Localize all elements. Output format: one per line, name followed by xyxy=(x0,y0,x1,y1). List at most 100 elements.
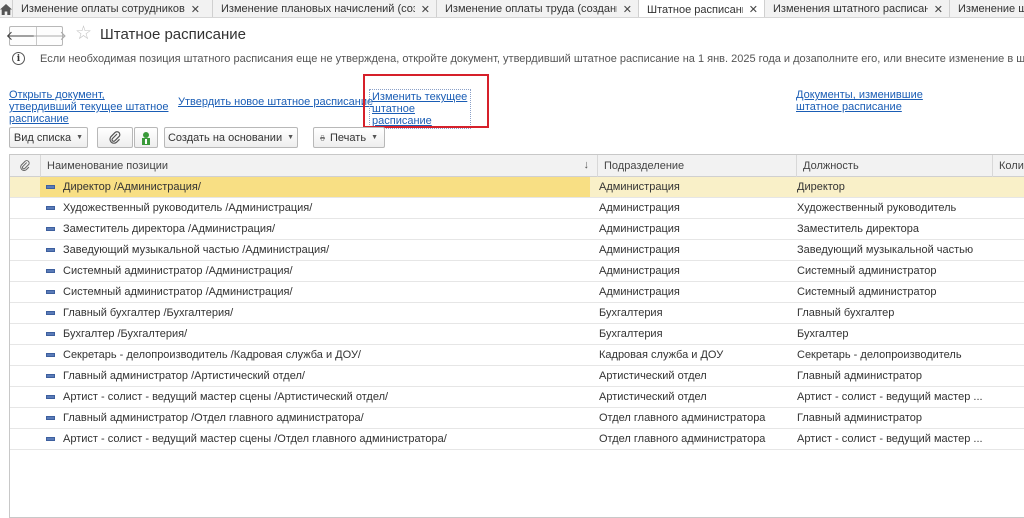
attach-button[interactable] xyxy=(97,127,133,148)
column-header-department-label: Подразделение xyxy=(604,160,685,172)
cell-position-name-text: Системный администратор /Администрация/ xyxy=(63,286,293,298)
column-header-department[interactable]: Подразделение xyxy=(597,155,796,177)
cell-position-name-text: Секретарь - делопроизводитель /Кадровая … xyxy=(63,349,361,361)
tab-3[interactable]: Изменение оплаты труда (создание) ✕ xyxy=(437,0,639,17)
view-list-button[interactable]: Вид списка ▼ xyxy=(9,127,88,148)
tab-2[interactable]: Изменение плановых начислений (соз... ✕ xyxy=(213,0,437,17)
catalog-item-icon xyxy=(46,437,55,441)
info-icon: i xyxy=(12,52,25,65)
close-icon[interactable]: ✕ xyxy=(191,3,200,16)
tab-label: Изменения штатного расписания xyxy=(773,3,928,15)
cell-position: Заместитель директора xyxy=(797,223,919,235)
table-row[interactable]: Артист - солист - ведущий мастер сцены /… xyxy=(10,429,1024,450)
tab-1[interactable]: Изменение оплаты сотрудников ✕ xyxy=(13,0,213,17)
cell-position-name-text: Системный администратор /Администрация/ xyxy=(63,265,293,277)
cell-position-name: Артист - солист - ведущий мастер сцены /… xyxy=(40,387,590,407)
tab-bar: Изменение оплаты сотрудников ✕ Изменение п… xyxy=(0,0,1024,18)
tab-label: Изменение плановых начислений (соз... xyxy=(221,3,415,15)
cell-position-name-text: Главный администратор /Отдел главного ад… xyxy=(63,412,364,424)
paperclip-icon xyxy=(109,130,121,144)
cell-position-name-text: Главный администратор /Артистический отд… xyxy=(63,370,305,382)
catalog-item-icon xyxy=(46,311,55,315)
cell-position-name: Главный администратор /Отдел главного ад… xyxy=(40,408,590,428)
cell-position-name: Заведующий музыкальной частью /Администр… xyxy=(40,240,590,260)
column-header-attachment[interactable] xyxy=(10,155,40,177)
cell-position: Главный администратор xyxy=(797,370,923,382)
table-row[interactable]: Системный администратор /Администрация/А… xyxy=(10,282,1024,303)
tab-6[interactable]: Изменение шта xyxy=(950,0,1024,17)
favorite-star-icon[interactable]: ☆ xyxy=(75,24,92,44)
forward-button[interactable]: 🡒 xyxy=(32,27,67,45)
catalog-item-icon xyxy=(46,248,55,252)
column-header-count[interactable]: Количество xyxy=(992,155,1024,177)
cell-position: Заведующий музыкальной частью xyxy=(797,244,974,256)
column-header-position-label: Должность xyxy=(803,160,859,172)
table-row[interactable]: Заместитель директора /Администрация/Адм… xyxy=(10,219,1024,240)
cell-position-name: Секретарь - делопроизводитель /Кадровая … xyxy=(40,345,590,365)
cell-department: Артистический отдел xyxy=(599,391,707,403)
create-based-on-button[interactable]: Создать на основании ▼ xyxy=(164,127,298,148)
close-icon[interactable]: ✕ xyxy=(623,3,632,16)
table-row[interactable]: Заведующий музыкальной частью /Администр… xyxy=(10,240,1024,261)
approve-new-schedule-link[interactable]: Утвердить новое штатное расписание xyxy=(178,96,373,108)
cell-department: Кадровая служба и ДОУ xyxy=(599,349,724,361)
cell-position: Артист - солист - ведущий мастер ... xyxy=(797,433,983,445)
catalog-item-icon xyxy=(46,206,55,210)
create-based-on-label: Создать на основании xyxy=(167,131,283,144)
close-icon[interactable]: ✕ xyxy=(934,3,943,16)
catalog-item-icon xyxy=(46,416,55,420)
print-button[interactable]: Печать ▼ xyxy=(313,127,385,148)
table-row[interactable]: Бухгалтер /Бухгалтерия/Бухгалтерия Бухгал… xyxy=(10,324,1024,345)
cell-position-name-text: Заместитель директора /Администрация/ xyxy=(63,223,276,235)
cell-department: Администрация xyxy=(599,181,680,193)
tab-4[interactable]: Штатное расписание ✕ xyxy=(639,0,765,17)
changing-documents-link[interactable]: Документы, изменившие штатное расписание xyxy=(796,89,926,113)
table-row[interactable]: Главный администратор /Артистический отд… xyxy=(10,366,1024,387)
sort-descending-icon: ↓ xyxy=(583,159,590,171)
tab-label: Изменение оплаты труда (создание) xyxy=(445,3,617,15)
tab-label: Штатное расписание xyxy=(647,3,743,16)
cell-position: Системный администратор xyxy=(797,286,937,298)
close-icon[interactable]: ✕ xyxy=(421,3,430,16)
catalog-item-icon xyxy=(46,353,55,357)
home-tab[interactable] xyxy=(0,0,13,17)
column-header-count-label: Количество xyxy=(999,160,1024,172)
cell-position-name: Системный администратор /Администрация/ xyxy=(40,261,590,281)
cell-position-name-text: Бухгалтер /Бухгалтерия/ xyxy=(63,328,188,340)
table-row[interactable]: Художественный руководитель /Администрац… xyxy=(10,198,1024,219)
open-approving-document-link[interactable]: Открыть документ, утвердивший текущее шт… xyxy=(9,89,174,125)
cell-department: Администрация xyxy=(599,202,680,214)
hierarchy-icon xyxy=(142,131,150,145)
cell-position-name: Системный администратор /Администрация/ xyxy=(40,282,590,302)
print-label: Печать xyxy=(330,131,367,144)
tab-5[interactable]: Изменения штатного расписания ✕ xyxy=(765,0,950,17)
catalog-item-icon xyxy=(46,185,55,189)
printer-icon xyxy=(320,134,325,141)
staff-schedule-table[interactable]: Наименование позиции ↓ Подразделение Дол… xyxy=(9,154,1024,518)
cell-position-name: Главный администратор /Артистический отд… xyxy=(40,366,590,386)
catalog-item-icon xyxy=(46,269,55,273)
structure-button[interactable] xyxy=(134,127,158,148)
cell-department: Администрация xyxy=(599,265,680,277)
table-row[interactable]: Директор /Администрация/Администрация Дир… xyxy=(10,177,1024,198)
cell-department: Артистический отдел xyxy=(599,370,707,382)
table-row[interactable]: Системный администратор /Администрация/А… xyxy=(10,261,1024,282)
column-header-position[interactable]: Должность xyxy=(796,155,992,177)
table-row[interactable]: Главный администратор /Отдел главного ад… xyxy=(10,408,1024,429)
arrow-right-icon: 🡒 xyxy=(32,28,67,43)
cell-position-name-text: Художественный руководитель /Администрац… xyxy=(63,202,313,214)
table-row[interactable]: Секретарь - делопроизводитель /Кадровая … xyxy=(10,345,1024,366)
cell-position-name-text: Заведующий музыкальной частью /Администр… xyxy=(63,244,330,256)
cell-department: Отдел главного администратора xyxy=(599,433,766,445)
close-icon[interactable]: ✕ xyxy=(749,3,758,16)
chevron-down-icon: ▼ xyxy=(76,134,84,141)
table-row[interactable]: Главный бухгалтер /Бухгалтерия/Бухгалтер… xyxy=(10,303,1024,324)
table-row[interactable]: Артист - солист - ведущий мастер сцены /… xyxy=(10,387,1024,408)
info-text: Если необходимая позиция штатного распис… xyxy=(40,52,1024,65)
cell-position: Директор xyxy=(797,181,845,193)
table-header: Наименование позиции ↓ Подразделение Дол… xyxy=(10,155,1024,177)
column-header-name[interactable]: Наименование позиции ↓ xyxy=(40,155,597,177)
cell-position: Главный бухгалтер xyxy=(797,307,895,319)
catalog-item-icon xyxy=(46,227,55,231)
tab-label: Изменение шта xyxy=(958,3,1024,15)
